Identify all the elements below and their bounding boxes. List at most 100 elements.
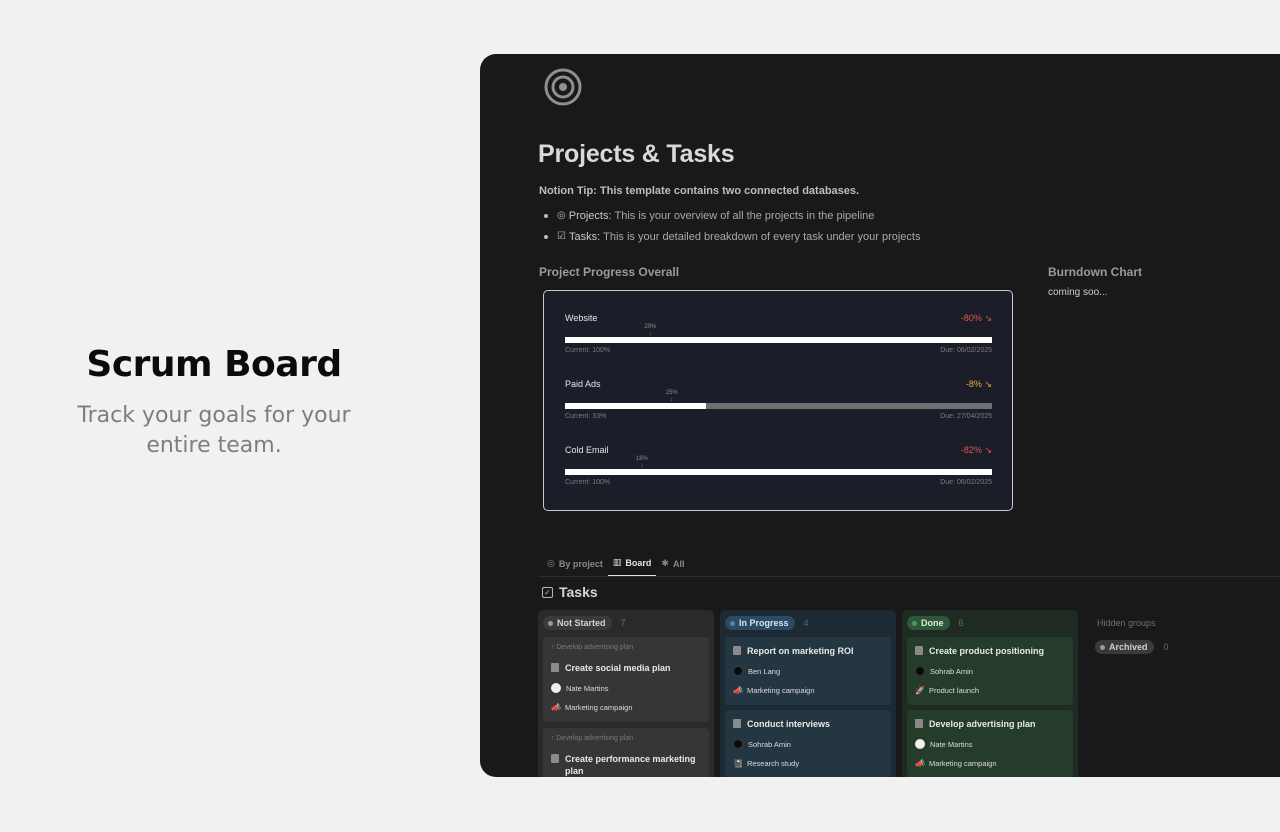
- hero-title: Scrum Board: [86, 344, 342, 385]
- target-marker: 18% ↓: [635, 456, 648, 469]
- bullet-label[interactable]: Projects:: [569, 210, 612, 222]
- megaphone-icon: 📣: [733, 686, 743, 695]
- hero: Scrum Board Track your goals for your en…: [0, 344, 428, 461]
- column-count: 4: [803, 618, 809, 628]
- delta-percent: -82% ↘: [960, 445, 992, 455]
- current-value: Current: 33%: [565, 413, 607, 420]
- project-name: Paid Ads: [565, 379, 601, 389]
- due-date: Due: 06/02/2025: [940, 479, 992, 486]
- progress-track: [565, 337, 992, 343]
- view-tabs: ◎ By project ▥ Board ✱ All: [542, 554, 689, 577]
- target-icon[interactable]: [544, 68, 582, 106]
- assignee: Nate Martins: [551, 683, 609, 693]
- tasks-icon: ☑: [557, 231, 566, 242]
- column-header: Not Started 7: [543, 616, 626, 630]
- bullet-text: This is your overview of all the project…: [614, 209, 875, 222]
- megaphone-icon: 📣: [915, 759, 925, 768]
- page-title: Projects & Tasks: [538, 140, 735, 168]
- bullet-projects: ◎ Projects: This is your overview of all…: [544, 205, 920, 226]
- document-icon: [915, 719, 923, 728]
- delta-percent: -8% ↘: [965, 379, 992, 389]
- trend-down-icon: ↘: [984, 313, 992, 323]
- progress-fill: [565, 403, 706, 409]
- column-header: In Progress 4: [725, 616, 809, 630]
- column-in-progress: In Progress 4 Report on marketing ROI Be…: [720, 610, 896, 777]
- document-icon: [551, 754, 559, 763]
- megaphone-icon: 📣: [551, 703, 561, 712]
- task-card[interactable]: Develop advertising plan Nate Martins 📣 M…: [907, 710, 1073, 777]
- progress-fill: [565, 469, 992, 475]
- tab-board[interactable]: ▥ Board: [607, 554, 657, 577]
- parent-task[interactable]: ↑ Develop advertising plan: [551, 644, 633, 651]
- checkbox-icon: ✓: [542, 586, 553, 598]
- trend-down-icon: ↘: [984, 379, 992, 389]
- avatar: [915, 739, 925, 749]
- task-card[interactable]: ↑ Develop advertising plan Create social…: [543, 637, 709, 722]
- status-badge[interactable]: Done: [907, 616, 950, 630]
- progress-track: [565, 469, 992, 475]
- avatar: [551, 683, 561, 693]
- task-title: Create social media plan: [551, 662, 701, 674]
- task-title: Develop advertising plan: [915, 718, 1065, 730]
- column-count: 7: [620, 618, 626, 628]
- asterisk-icon: ✱: [661, 558, 669, 568]
- due-date: Due: 27/04/2025: [940, 413, 992, 420]
- tasks-title[interactable]: ✓ Tasks: [542, 584, 598, 600]
- parent-task[interactable]: ↑ Develop advertising plan: [551, 735, 633, 742]
- column-header: Done 6: [907, 616, 964, 630]
- document-icon: [733, 646, 741, 655]
- project-tag[interactable]: 📣 Marketing campaign: [733, 686, 815, 695]
- task-card[interactable]: Report on marketing ROI Ben Lang 📣 Market…: [725, 637, 891, 705]
- column-count: 6: [958, 618, 964, 628]
- tip-bullets: ◎ Projects: This is your overview of all…: [544, 205, 920, 247]
- project-name: Cold Email: [565, 445, 609, 455]
- bullet-label[interactable]: Tasks:: [569, 231, 600, 243]
- project-tag[interactable]: 🚀 Product launch: [915, 686, 979, 695]
- bullet-dot: [544, 213, 548, 218]
- task-card[interactable]: Conduct interviews Sohrab Amin 📓 Research…: [725, 710, 891, 777]
- assignee: Sohrab Amin: [915, 666, 973, 676]
- bullet-text: This is your detailed breakdown of every…: [603, 230, 921, 243]
- status-badge[interactable]: Archived: [1095, 640, 1154, 654]
- target-icon: ◎: [547, 558, 555, 568]
- board-icon: ▥: [612, 557, 622, 567]
- archived-group[interactable]: Archived 0: [1095, 640, 1169, 654]
- status-badge[interactable]: In Progress: [725, 616, 795, 630]
- target-marker: 20% ↓: [644, 324, 657, 337]
- task-card[interactable]: Create product positioning Sohrab Amin 🚀…: [907, 637, 1073, 705]
- project-tag[interactable]: 📓 Research study: [733, 759, 799, 768]
- task-title: Create product positioning: [915, 645, 1065, 657]
- progress-card: Website -80% ↘ 20% ↓ Current: 100% Due: 0…: [543, 290, 1013, 511]
- task-title: Create performance marketing plan: [551, 753, 701, 777]
- document-icon: [733, 719, 741, 728]
- task-card[interactable]: ↑ Develop advertising plan Create perfor…: [543, 728, 709, 777]
- column-not-started: Not Started 7 ↑ Develop advertising plan…: [538, 610, 714, 777]
- notion-tip: Notion Tip: This template contains two c…: [539, 185, 860, 197]
- burndown-subtitle: coming soo...: [1048, 287, 1108, 298]
- tab-by-project[interactable]: ◎ By project: [542, 554, 608, 577]
- project-tag[interactable]: 📣 Marketing campaign: [551, 703, 633, 712]
- column-done: Done 6 Create product positioning Sohrab…: [902, 610, 1078, 777]
- assignee: Ben Lang: [733, 666, 780, 676]
- progress-title: Project Progress Overall: [539, 265, 680, 279]
- project-tag[interactable]: 📣 Marketing campaign: [915, 759, 997, 768]
- document-icon: [551, 663, 559, 672]
- divider: [538, 576, 1280, 577]
- delta-percent: -80% ↘: [960, 313, 992, 323]
- task-title: Conduct interviews: [733, 718, 883, 730]
- trend-down-icon: ↘: [984, 445, 992, 455]
- assignee: Nate Martins: [915, 739, 973, 749]
- current-value: Current: 100%: [565, 347, 611, 354]
- burndown-title: Burndown Chart: [1048, 265, 1142, 279]
- avatar: [733, 739, 743, 749]
- rocket-icon: 🚀: [915, 686, 925, 695]
- column-count: 0: [1163, 642, 1169, 652]
- avatar: [915, 666, 925, 676]
- target-marker: 25% ↓: [665, 390, 678, 403]
- avatar: [733, 666, 743, 676]
- task-title: Report on marketing ROI: [733, 645, 883, 657]
- tab-all[interactable]: ✱ All: [656, 554, 689, 577]
- projects-icon: ◎: [557, 210, 566, 221]
- status-badge[interactable]: Not Started: [543, 616, 612, 630]
- document-icon: [915, 646, 923, 655]
